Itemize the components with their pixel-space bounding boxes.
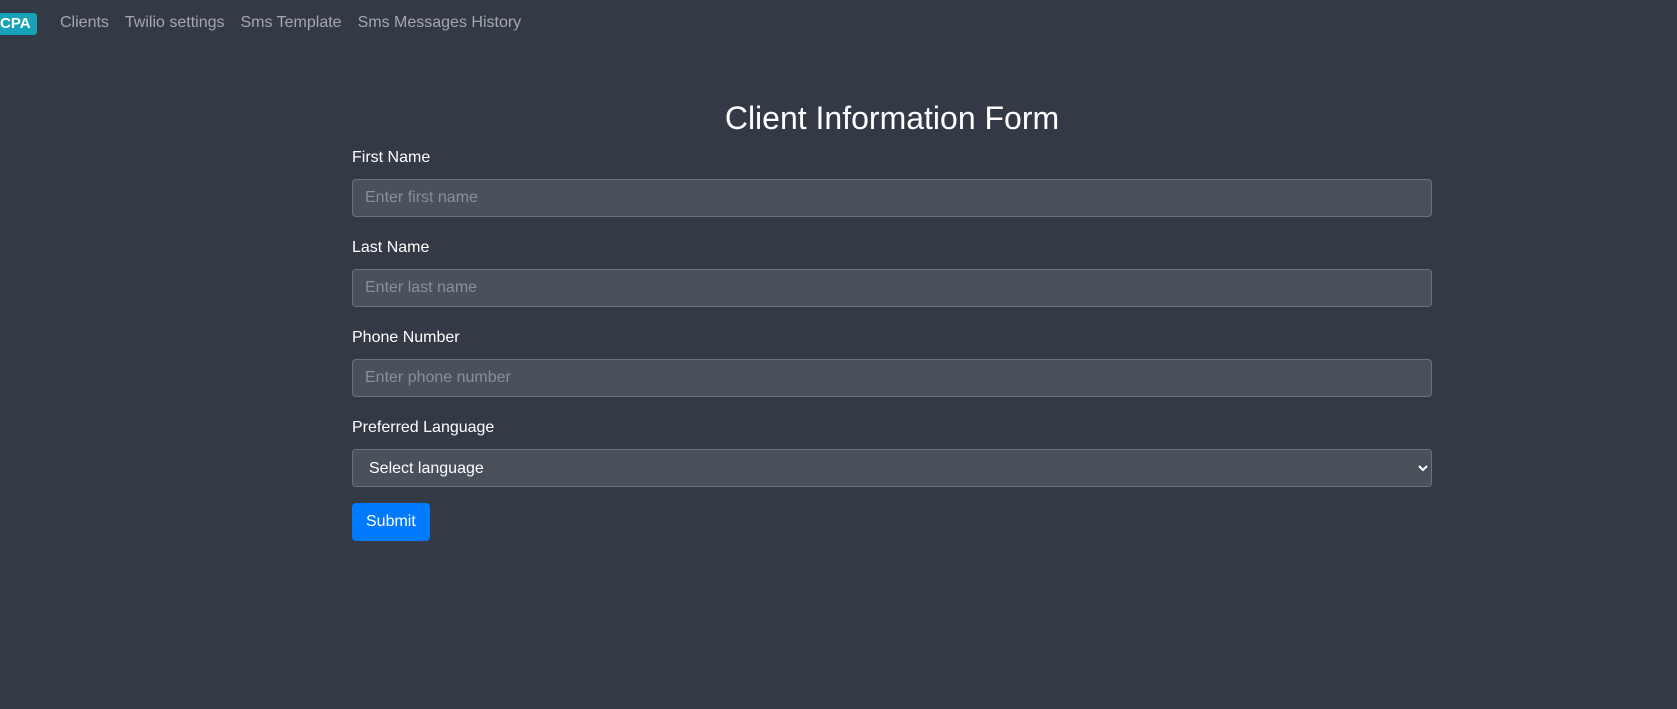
brand-logo[interactable]: CPA: [0, 13, 37, 35]
nav-link-twilio-settings[interactable]: Twilio settings: [125, 12, 225, 34]
nav-link-clients[interactable]: Clients: [60, 12, 109, 34]
submit-button[interactable]: Submit: [352, 503, 430, 541]
preferred-language-select[interactable]: Select language: [352, 449, 1432, 487]
nav-link-sms-template[interactable]: Sms Template: [241, 12, 342, 34]
last-name-group: Last Name: [352, 238, 1432, 307]
phone-number-input[interactable]: [352, 359, 1432, 397]
first-name-input[interactable]: [352, 179, 1432, 217]
first-name-group: First Name: [352, 148, 1432, 217]
phone-number-group: Phone Number: [352, 328, 1432, 397]
last-name-input[interactable]: [352, 269, 1432, 307]
preferred-language-group: Preferred Language Select language: [352, 418, 1432, 487]
nav-link-sms-messages-history[interactable]: Sms Messages History: [358, 12, 522, 34]
preferred-language-label: Preferred Language: [352, 419, 495, 436]
client-information-form: Client Information Form First Name Last …: [352, 92, 1432, 541]
last-name-label: Last Name: [352, 239, 430, 256]
page-title: Client Information Form: [724, 100, 1060, 136]
first-name-label: First Name: [352, 149, 431, 166]
top-navbar: CPA Clients Twilio settings Sms Template…: [0, 0, 1677, 46]
phone-number-label: Phone Number: [352, 329, 460, 346]
nav-links: Clients Twilio settings Sms Template Sms…: [60, 12, 537, 34]
